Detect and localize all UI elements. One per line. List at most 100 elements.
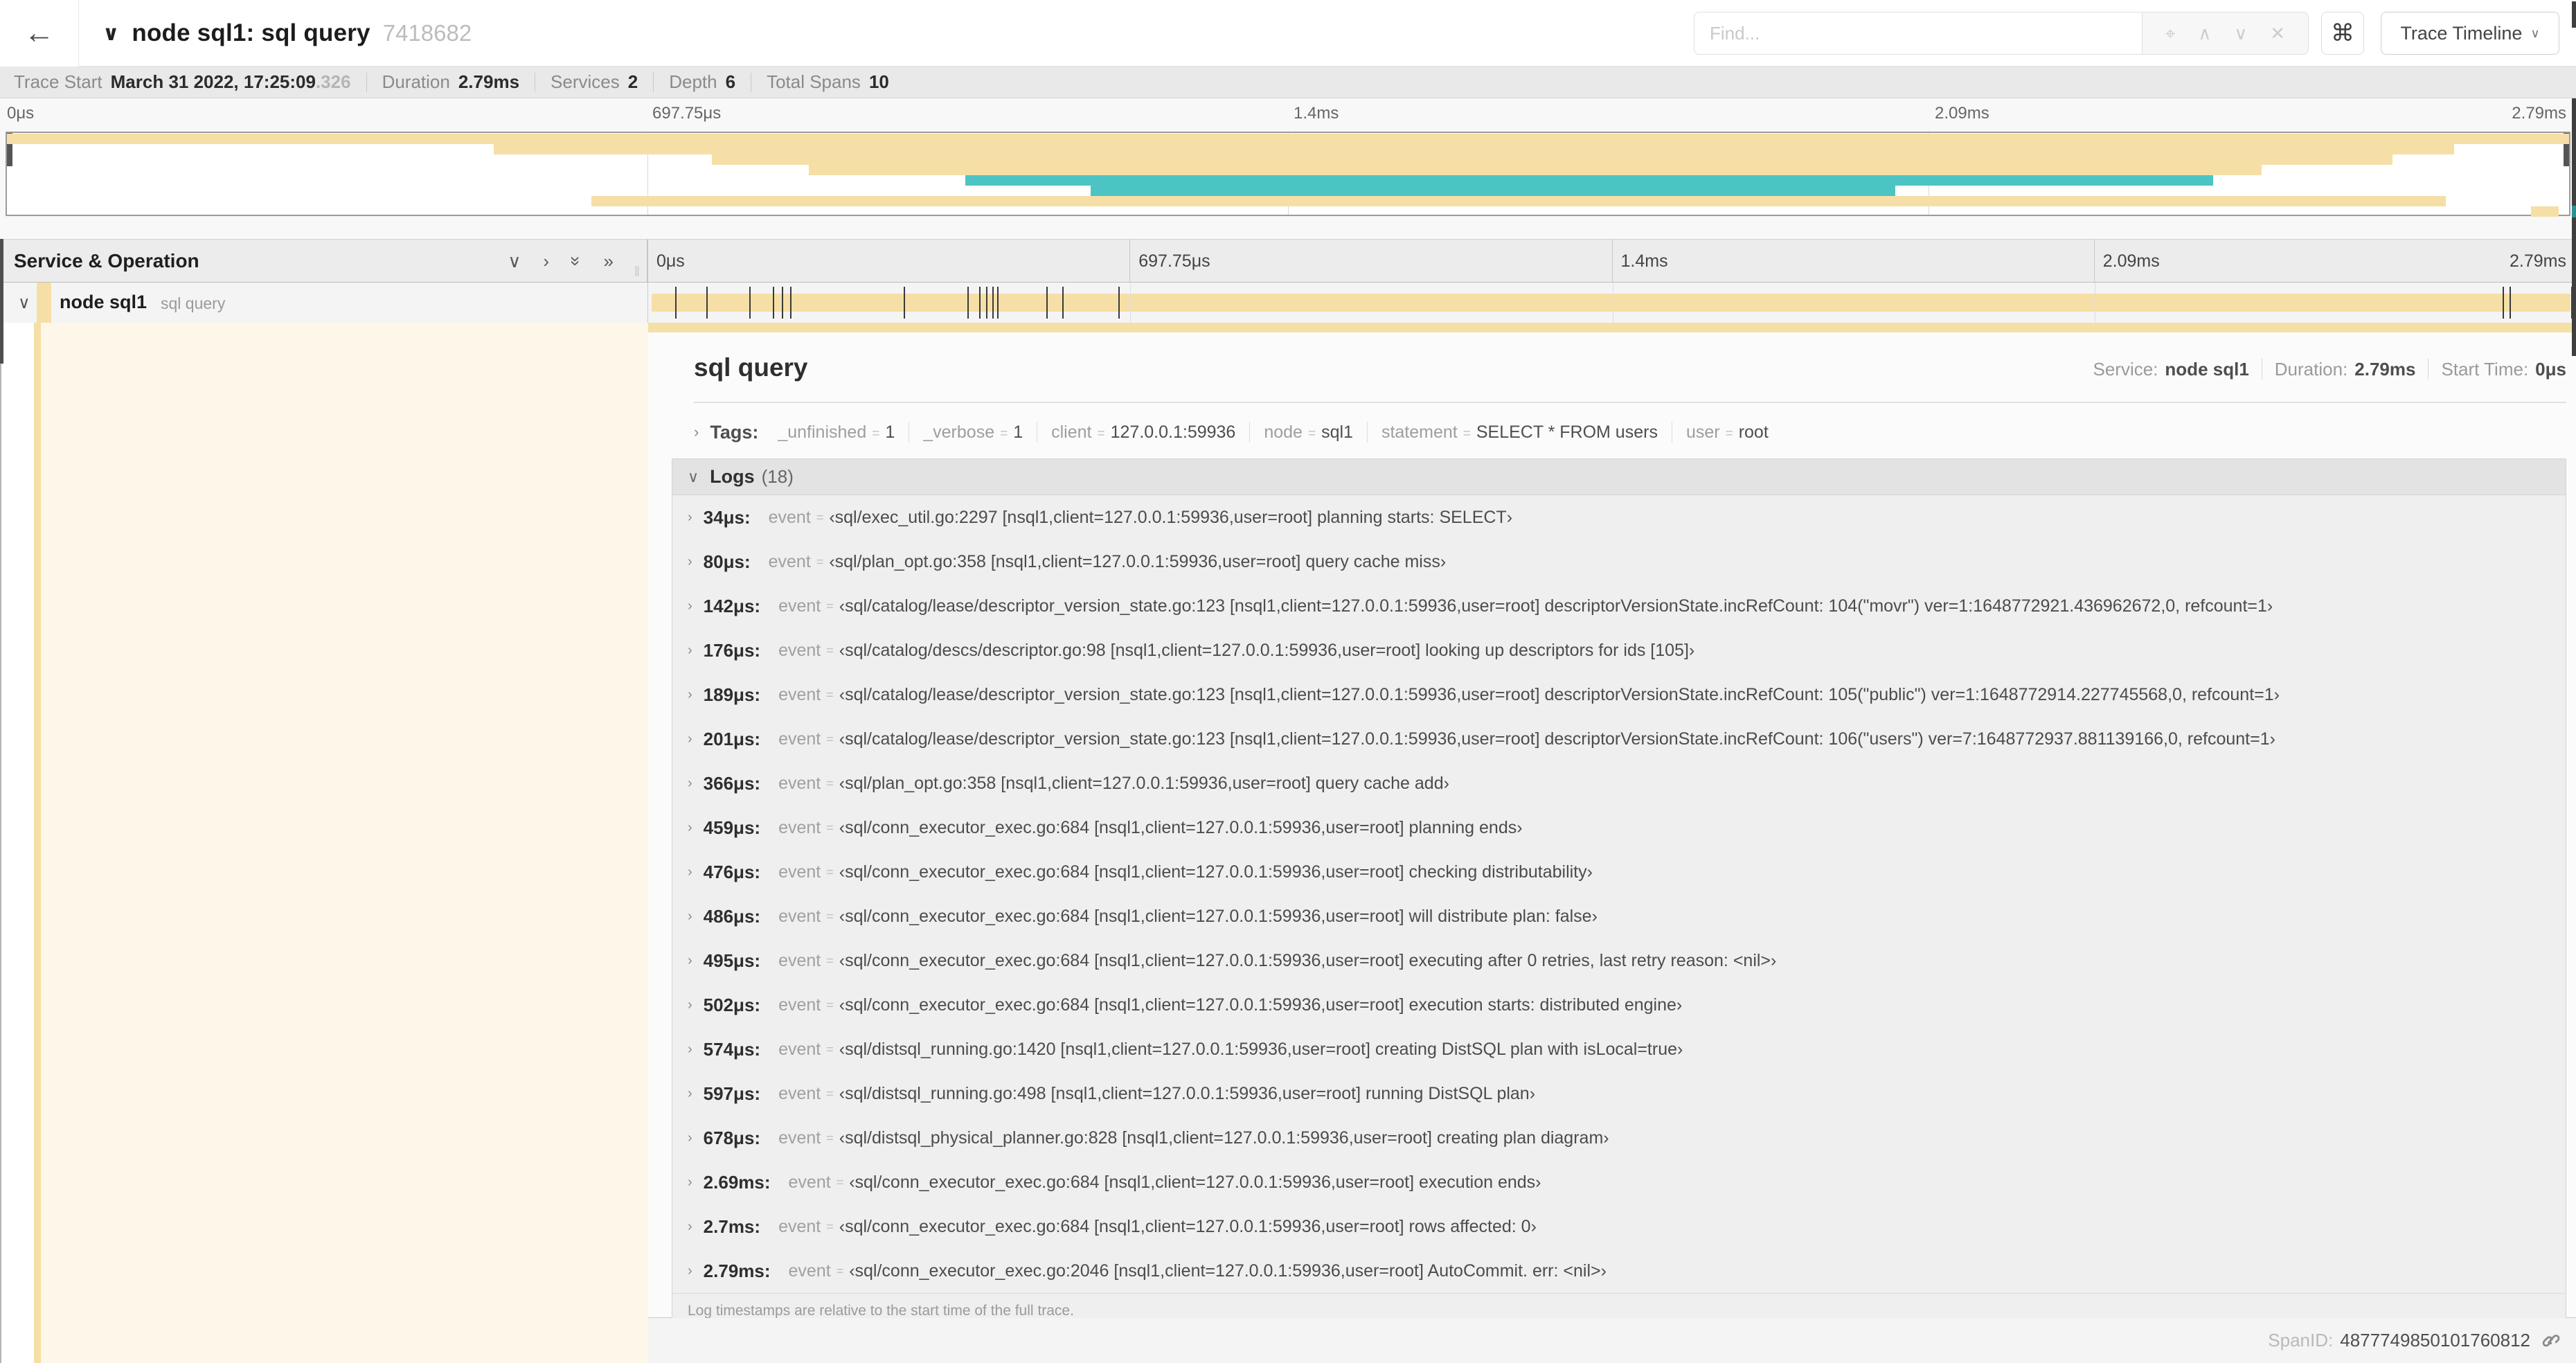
chevron-right-icon[interactable]: ›: [688, 1042, 692, 1058]
keyboard-shortcuts-button[interactable]: ⌘: [2321, 12, 2364, 55]
next-match-icon[interactable]: ∨: [2234, 24, 2247, 42]
right-scrollbar-teal-segment: [2572, 206, 2576, 217]
log-row[interactable]: › 2.7ms: event = ‹sql/conn_executor_exec.go:…: [672, 1204, 2566, 1249]
column-resize-grip[interactable]: ‖: [634, 265, 641, 280]
minimap-axis-label: 0μs: [7, 104, 35, 123]
page-title: node sql1: sql query: [132, 19, 370, 46]
detail-left-gutter: [0, 323, 647, 1363]
tag-item: node = sql1: [1264, 422, 1353, 443]
log-field-key: event: [778, 1128, 821, 1148]
log-event-tick: [985, 287, 987, 319]
log-field-value: ‹sql/catalog/lease/descriptor_version_st…: [839, 729, 2275, 749]
span-duration-bar[interactable]: [652, 294, 2570, 312]
log-row[interactable]: › 2.69ms: event = ‹sql/conn_executor_exec.go…: [672, 1160, 2566, 1204]
log-field-key: event: [778, 862, 821, 882]
link-icon[interactable]: [2540, 1330, 2561, 1351]
span-row[interactable]: ∨ node sql1 sql query: [0, 283, 2576, 323]
clear-search-icon[interactable]: ✕: [2270, 24, 2285, 42]
log-field-value: ‹sql/conn_executor_exec.go:684 [nsql1,cl…: [849, 1172, 1541, 1192]
log-row[interactable]: › 476μs: event = ‹sql/conn_executor_exec.go:…: [672, 850, 2566, 894]
tag-key: statement: [1381, 422, 1458, 442]
trace-page: ← ∨ node sql1: sql query 7418682 ⌖ ∧ ∨ ✕…: [0, 0, 2576, 1363]
chevron-right-icon[interactable]: ›: [688, 820, 692, 836]
chevron-right-icon[interactable]: ›: [688, 1263, 692, 1279]
trace-title-group[interactable]: ∨ node sql1: sql query 7418682: [102, 0, 472, 66]
log-row[interactable]: › 678μs: event = ‹sql/distsql_physical_plann…: [672, 1116, 2566, 1160]
tag-item: _verbose = 1: [923, 422, 1023, 443]
chevron-right-icon[interactable]: ›: [688, 953, 692, 969]
log-row[interactable]: › 34μs: event = ‹sql/exec_util.go:2297 [nsql…: [672, 495, 2566, 540]
log-row[interactable]: › 459μs: event = ‹sql/conn_executor_exec.go:…: [672, 805, 2566, 850]
log-timestamp: 574μs:: [703, 1038, 761, 1060]
log-row[interactable]: › 597μs: event = ‹sql/distsql_running.go:498…: [672, 1071, 2566, 1116]
log-row[interactable]: › 495μs: event = ‹sql/conn_executor_exec.go:…: [672, 938, 2566, 983]
tags-label: Tags:: [710, 421, 759, 443]
left-scrollbar-track: [0, 364, 1, 1363]
chevron-down-icon[interactable]: ∨: [18, 293, 30, 313]
chevron-right-icon[interactable]: ›: [688, 554, 692, 570]
log-row[interactable]: › 574μs: event = ‹sql/distsql_running.go:142…: [672, 1027, 2566, 1071]
left-scrollbar[interactable]: [0, 239, 3, 364]
chevron-right-icon[interactable]: ›: [688, 864, 692, 880]
chevron-right-icon[interactable]: ›: [688, 1086, 692, 1102]
right-scrollbar[interactable]: [2572, 217, 2576, 356]
log-event-tick: [1062, 287, 1064, 319]
log-field-key: event: [768, 551, 811, 571]
tags-row[interactable]: › Tags: _unfinished = 1 _verbose = 1 client = 12…: [694, 414, 2566, 450]
chevron-down-icon: ∨: [2530, 26, 2540, 40]
log-row[interactable]: › 142μs: event = ‹sql/catalog/lease/descript…: [672, 584, 2566, 628]
stat-label: Trace Start: [14, 71, 102, 92]
span-row-name-column[interactable]: ∨ node sql1 sql query: [0, 283, 647, 323]
chevron-right-icon[interactable]: ›: [688, 1219, 692, 1235]
chevron-right-icon[interactable]: ›: [688, 598, 692, 614]
right-scrollbar[interactable]: [2572, 1, 2576, 28]
chevron-right-icon[interactable]: ›: [694, 423, 699, 441]
tag-value: sql1: [1321, 422, 1353, 442]
log-timestamp: 142μs:: [703, 595, 761, 616]
log-row[interactable]: › 2.79ms: event = ‹sql/conn_executor_exec.go…: [672, 1249, 2566, 1293]
equals-sign: =: [826, 997, 834, 1012]
chevron-right-icon[interactable]: ›: [688, 687, 692, 703]
tag-item: statement = SELECT * FROM users: [1381, 422, 1658, 443]
timeline-axis: 0μs 697.75μs 1.4ms 2.09ms 2.79ms: [647, 240, 2576, 282]
log-row[interactable]: › 189μs: event = ‹sql/catalog/lease/descript…: [672, 672, 2566, 717]
equals-sign: =: [826, 1219, 834, 1233]
chevron-right-icon[interactable]: ›: [688, 776, 692, 792]
back-button[interactable]: ←: [0, 0, 79, 66]
log-field-key: event: [788, 1172, 831, 1192]
equals-sign: =: [826, 1086, 834, 1101]
log-row[interactable]: › 80μs: event = ‹sql/plan_opt.go:358 [nsql1,…: [672, 540, 2566, 584]
log-timestamp: 34μs:: [703, 506, 751, 528]
chevron-right-icon[interactable]: ›: [688, 510, 692, 526]
logs-header[interactable]: ∨ Logs (18): [672, 459, 2566, 495]
chevron-right-icon[interactable]: ›: [688, 1130, 692, 1146]
minimap-canvas[interactable]: [6, 132, 2570, 217]
log-row[interactable]: › 201μs: event = ‹sql/catalog/lease/descript…: [672, 717, 2566, 761]
divider: [1249, 422, 1251, 443]
chevron-right-icon[interactable]: ›: [688, 997, 692, 1013]
chevron-right-icon[interactable]: ›: [688, 643, 692, 659]
log-field-key: event: [778, 817, 821, 837]
log-row[interactable]: › 366μs: event = ‹sql/plan_opt.go:358 [nsql1…: [672, 761, 2566, 805]
log-timestamp: 2.79ms:: [703, 1260, 771, 1281]
span-row-timeline[interactable]: [647, 283, 2576, 323]
chevron-right-icon[interactable]: ›: [688, 1175, 692, 1191]
right-scrollbar[interactable]: [2572, 98, 2576, 206]
find-input[interactable]: [1694, 12, 2143, 55]
expand-one-icon[interactable]: ›: [543, 252, 549, 270]
view-dropdown-button[interactable]: Trace Timeline ∨: [2381, 12, 2559, 55]
expand-all-icon[interactable]: »: [604, 252, 614, 270]
collapse-one-icon[interactable]: ∨: [508, 252, 521, 270]
chevron-down-icon[interactable]: ∨: [102, 21, 119, 46]
log-row[interactable]: › 502μs: event = ‹sql/conn_executor_exec.go:…: [672, 983, 2566, 1027]
log-row[interactable]: › 486μs: event = ‹sql/conn_executor_exec.go:…: [672, 894, 2566, 938]
log-row[interactable]: › 176μs: event = ‹sql/catalog/descs/descript…: [672, 628, 2566, 672]
locate-icon[interactable]: ⌖: [2165, 24, 2176, 42]
detail-left-highlight: [41, 323, 647, 1363]
equals-sign: =: [872, 426, 880, 441]
prev-match-icon[interactable]: ∧: [2198, 24, 2211, 42]
collapse-all-icon[interactable]: »: [566, 256, 587, 265]
chevron-right-icon[interactable]: ›: [688, 909, 692, 925]
log-field-value: ‹sql/catalog/lease/descriptor_version_st…: [839, 596, 2273, 616]
chevron-right-icon[interactable]: ›: [688, 731, 692, 747]
